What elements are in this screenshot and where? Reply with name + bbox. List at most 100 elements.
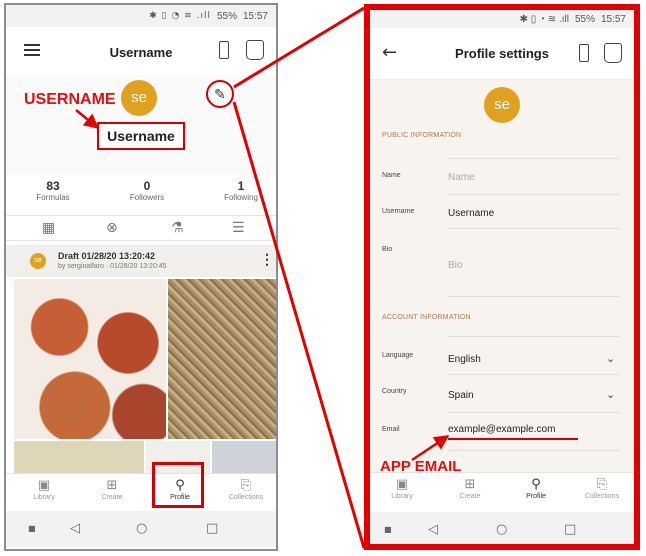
page-title: Profile settings: [455, 46, 549, 61]
bookmark-icon: ⎘: [240, 478, 252, 493]
chevron-down-icon[interactable]: ⌄: [606, 352, 615, 365]
settings-form: se PUBLIC INFORMATION Name Name Username…: [370, 80, 634, 472]
divider: [448, 158, 620, 159]
status-icons: ✱ ▯ ◔ ≋ .ıll: [149, 11, 211, 21]
email-input[interactable]: example@example.com: [448, 424, 555, 435]
nav-label: Library: [33, 494, 55, 501]
profile-highlight-box: [152, 462, 204, 508]
nav-label: Collections: [228, 494, 264, 501]
overview-square-icon[interactable]: □: [206, 521, 218, 536]
recents-dot-icon[interactable]: ■: [384, 525, 392, 534]
public-info-heading: PUBLIC INFORMATION: [382, 132, 462, 139]
bottom-navigation: ▣ Library ⊞ Create ⚲ Profile ⎘ Collectio…: [370, 472, 634, 512]
stat-label: Following: [224, 193, 258, 202]
account-info-heading: ACCOUNT INFORMATION: [382, 314, 471, 321]
nav-create[interactable]: ⊞ Create: [82, 478, 142, 501]
clock: 15:57: [600, 13, 626, 25]
stat-value: 83: [46, 179, 60, 193]
divider: [448, 228, 620, 229]
home-circle-icon[interactable]: ○: [496, 522, 507, 537]
plus-icon: ⊞: [106, 478, 118, 493]
library-icon: ▣: [395, 477, 409, 492]
flask-icon[interactable]: ⚗: [171, 220, 184, 236]
stat-label: Formulas: [36, 193, 70, 202]
avatar: se: [121, 80, 157, 116]
stat-value: 1: [237, 179, 245, 193]
sugar-image[interactable]: [168, 279, 276, 439]
country-select[interactable]: Spain: [448, 390, 474, 401]
app-header: ← Profile settings: [370, 28, 634, 80]
nav-collections[interactable]: ⎘ Collections: [216, 478, 276, 501]
email-label: Email: [382, 426, 400, 433]
draft-card-header[interactable]: se Draft 01/28/20 13:20:42 by sergioalfa…: [6, 245, 276, 277]
status-bar: ✱ ▯ ◔ ≋ .ıll 55% 15:57: [6, 5, 276, 27]
draft-subtitle: by sergioalfaro · 01/28/20 13:20:45: [58, 263, 167, 270]
nav-create[interactable]: ⊞ Create: [440, 477, 500, 500]
scale-device-icon[interactable]: [579, 44, 589, 62]
library-icon: ▣: [37, 478, 51, 493]
language-select[interactable]: English: [448, 354, 481, 365]
recents-dot-icon[interactable]: ■: [28, 524, 36, 533]
app-email-callout: APP EMAIL: [380, 458, 462, 475]
battery-level: 55%: [216, 10, 237, 22]
nav-label: Library: [391, 493, 413, 500]
language-label: Language: [382, 352, 414, 359]
compass-icon[interactable]: ⊗: [106, 220, 118, 236]
edit-pencil-icon[interactable]: ✎: [206, 80, 234, 108]
bottom-navigation: ▣ Library ⊞ Create ⚲ Profile ⎘ Collectio…: [6, 473, 276, 509]
more-options-icon[interactable]: ⋮: [260, 251, 274, 268]
profile-tabs: ▦ ⊗ ⚗ ☰: [6, 215, 276, 241]
system-navigation: ■ ◁ ○ □: [6, 511, 276, 547]
list-icon[interactable]: ☰: [232, 220, 245, 236]
bio-label: Bio: [382, 246, 393, 253]
recipe-image[interactable]: [14, 441, 144, 475]
stat-label: Followers: [129, 193, 165, 202]
app-header: Username: [6, 29, 276, 75]
username-field-label: Username: [382, 208, 415, 215]
plus-icon: ⊞: [464, 477, 476, 492]
home-circle-icon[interactable]: ○: [136, 521, 147, 536]
username-input[interactable]: Username: [448, 208, 494, 219]
stat-formulas[interactable]: 83 Formulas: [18, 179, 88, 202]
status-icons: ✱ ▯ ◔ ≋ .ıll: [519, 13, 569, 25]
bookmark-icon: ⎘: [596, 477, 608, 492]
page-title: Username: [109, 45, 173, 60]
divider: [448, 412, 620, 413]
chevron-down-icon[interactable]: ⌄: [606, 388, 615, 401]
speaker-device-icon[interactable]: [246, 40, 264, 60]
username-label: Username: [97, 122, 185, 150]
system-navigation: ■ ◁ ○ □: [370, 512, 634, 544]
divider: [448, 450, 620, 451]
speaker-device-icon[interactable]: [604, 43, 622, 63]
nav-label: Profile: [526, 493, 546, 500]
divider: [448, 336, 620, 337]
stat-value: 0: [143, 179, 151, 193]
name-label: Name: [382, 172, 401, 179]
draft-title: Draft 01/28/20 13:20:42: [58, 251, 156, 261]
divider: [448, 374, 620, 375]
scale-device-icon[interactable]: [219, 41, 229, 59]
stat-following[interactable]: 1 Following: [206, 179, 276, 202]
nav-collections[interactable]: ⎘ Collections: [572, 477, 632, 500]
clock: 15:57: [242, 10, 268, 22]
back-triangle-icon[interactable]: ◁: [428, 522, 438, 537]
bio-input[interactable]: Bio: [448, 260, 462, 271]
grid-icon[interactable]: ▦: [42, 220, 55, 236]
peach-image[interactable]: [14, 279, 166, 439]
avatar[interactable]: se: [484, 87, 520, 123]
recipe-image[interactable]: [212, 441, 276, 475]
divider: [448, 194, 620, 195]
back-triangle-icon[interactable]: ◁: [70, 521, 80, 536]
overview-square-icon[interactable]: □: [564, 522, 576, 537]
nav-library[interactable]: ▣ Library: [372, 477, 432, 500]
nav-profile[interactable]: ⚲ Profile: [506, 477, 566, 500]
stat-followers[interactable]: 0 Followers: [112, 179, 182, 202]
email-underline: [448, 438, 578, 440]
divider: [448, 296, 620, 297]
nav-label: Collections: [584, 493, 620, 500]
profile-stats: 83 Formulas 0 Followers 1 Following: [6, 179, 276, 209]
user-icon: ⚲: [531, 477, 541, 492]
name-input[interactable]: Name: [448, 172, 475, 183]
country-label: Country: [382, 388, 407, 395]
nav-library[interactable]: ▣ Library: [14, 478, 74, 501]
